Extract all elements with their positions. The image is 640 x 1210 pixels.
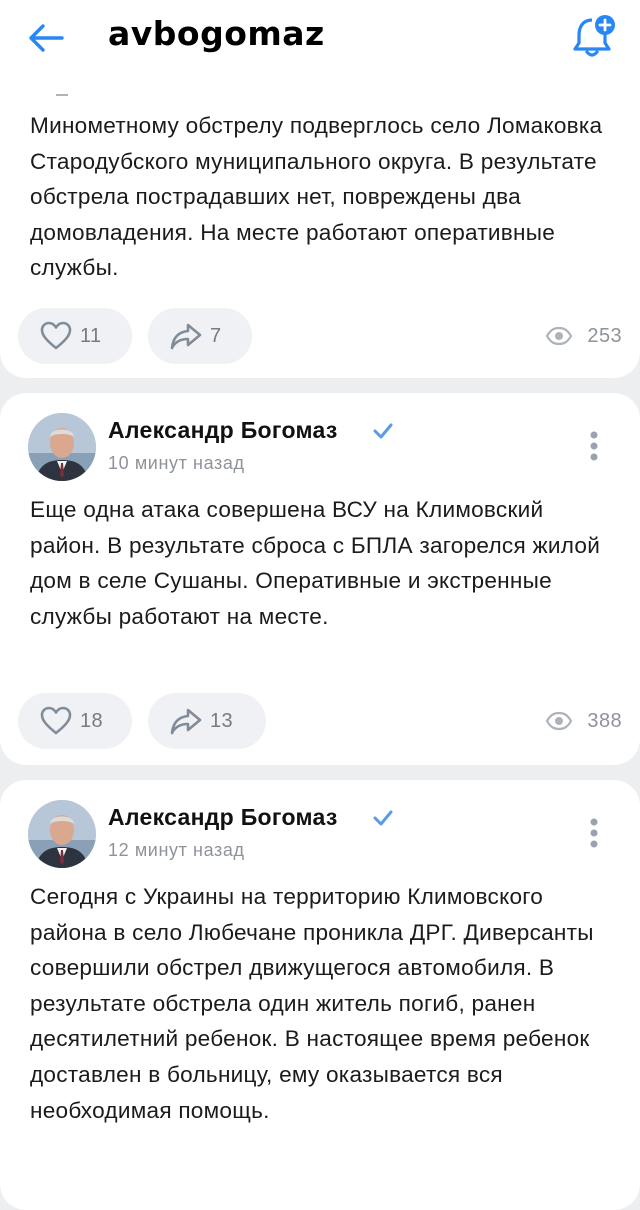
view-count: 253	[587, 324, 622, 347]
more-options-button[interactable]	[580, 816, 608, 856]
more-vertical-icon	[590, 431, 598, 461]
author-photo-icon	[28, 413, 96, 481]
views-counter: 253	[545, 308, 622, 364]
heart-icon	[40, 706, 72, 735]
post-time: 12 минут назад	[108, 840, 245, 860]
post-card: Александр Богомаз 10 минут назад Еще одн…	[0, 393, 640, 765]
post-text: Еще одна атака совершена ВСУ на Климовск…	[30, 497, 601, 629]
share-count: 7	[210, 324, 222, 347]
back-button[interactable]	[26, 18, 66, 58]
eye-icon	[546, 711, 573, 731]
more-vertical-icon	[590, 818, 598, 848]
like-count: 11	[80, 324, 102, 347]
verified-check-icon	[372, 807, 394, 829]
post-time: 10 минут назад	[108, 453, 245, 473]
heart-icon	[40, 321, 72, 350]
post-text: Минометному обстрелу подверглось село Ло…	[30, 113, 603, 281]
top-bar: avbogomaz	[0, 0, 640, 76]
share-button[interactable]: 13	[148, 693, 266, 749]
post-card: Александр Богомаз 12 минут назад Сегодня…	[0, 780, 640, 1210]
arrow-left-icon	[29, 24, 64, 52]
like-count: 18	[80, 709, 104, 732]
page-title: avbogomaz	[108, 14, 325, 53]
more-options-button[interactable]	[580, 429, 608, 469]
like-button[interactable]: 11	[18, 308, 132, 364]
share-icon	[170, 708, 202, 735]
eye-icon	[546, 326, 573, 346]
avatar[interactable]	[28, 413, 96, 481]
divider	[56, 94, 68, 96]
share-count: 13	[210, 709, 234, 732]
share-icon	[170, 323, 202, 350]
like-button[interactable]: 18	[18, 693, 132, 749]
verified-check-icon	[372, 420, 394, 442]
notifications-subscribe-button[interactable]	[568, 10, 620, 62]
post-card: Минометному обстрелу подверглось село Ло…	[0, 40, 640, 378]
views-counter: 388	[545, 693, 622, 749]
author-photo-icon	[28, 800, 96, 868]
avatar[interactable]	[28, 800, 96, 868]
post-text: Сегодня с Украины на территорию Климовск…	[30, 884, 594, 1123]
view-count: 388	[587, 709, 622, 732]
author-name[interactable]: Александр Богомаз	[108, 804, 338, 831]
author-name[interactable]: Александр Богомаз	[108, 417, 338, 444]
share-button[interactable]: 7	[148, 308, 252, 364]
bell-plus-icon	[573, 15, 615, 57]
